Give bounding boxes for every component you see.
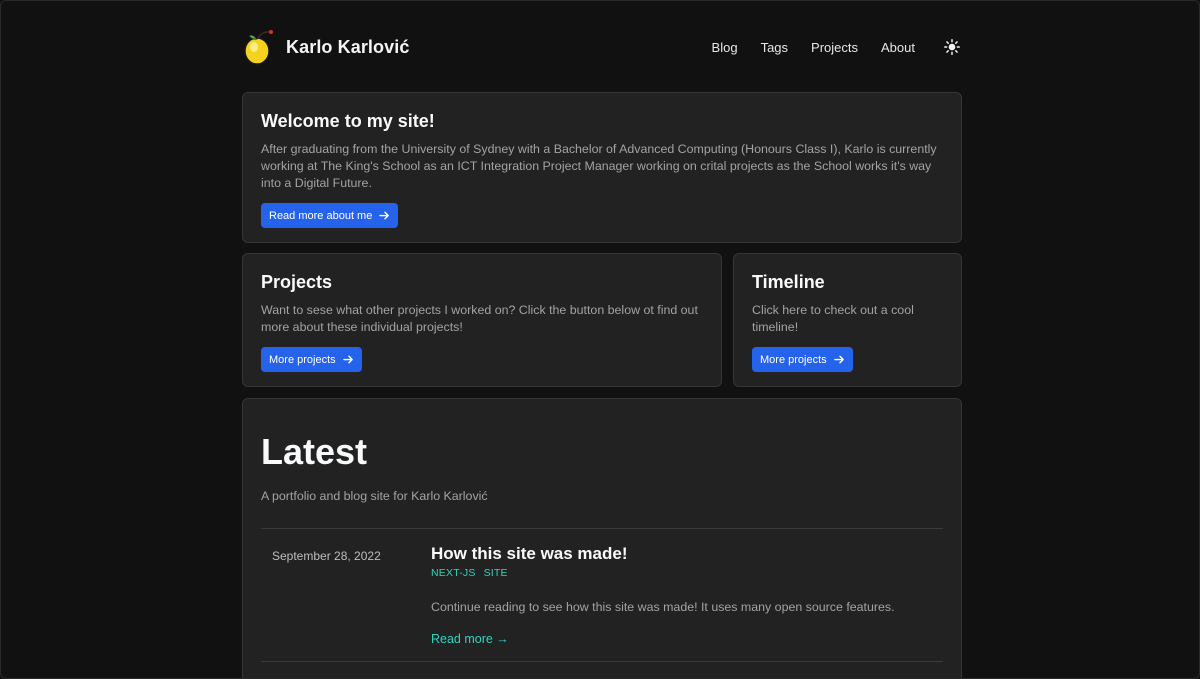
- latest-subtitle: A portfolio and blog site for Karlo Karl…: [261, 489, 488, 503]
- theme-toggle-button[interactable]: [942, 37, 962, 57]
- timeline-button[interactable]: More projects: [752, 347, 853, 372]
- post-date: September 28, 2022: [272, 549, 381, 563]
- read-more-link[interactable]: Read more →: [431, 632, 509, 646]
- latest-card: Latest A portfolio and blog site for Kar…: [242, 398, 962, 678]
- tag-next-js[interactable]: NEXT-JS: [431, 567, 476, 579]
- button-label: More projects: [760, 353, 827, 366]
- read-more-about-button[interactable]: Read more about me: [261, 203, 399, 228]
- arrow-right-icon: [833, 355, 844, 364]
- brand[interactable]: Karlo Karlović: [242, 28, 409, 66]
- projects-body: Want to sese what other projects I worke…: [261, 303, 698, 334]
- projects-title: Projects: [261, 272, 333, 292]
- nav-blog[interactable]: Blog: [712, 40, 738, 55]
- more-projects-button[interactable]: More projects: [261, 347, 362, 372]
- nav-projects[interactable]: Projects: [811, 40, 858, 55]
- projects-card: Projects Want to sese what other project…: [242, 253, 722, 387]
- welcome-title: Welcome to my site!: [261, 111, 435, 131]
- nav-tags[interactable]: Tags: [761, 40, 788, 55]
- main-nav: Blog Tags Projects About: [712, 37, 962, 57]
- site-header: Karlo Karlović Blog Tags Projects About: [242, 25, 962, 69]
- browser-viewport: Karlo Karlović Blog Tags Projects About: [0, 0, 1200, 679]
- tag-site[interactable]: SITE: [484, 567, 508, 579]
- timeline-body: Click here to check out a cool timeline!: [752, 303, 914, 334]
- post-tags: NEXT-JS SITE: [431, 567, 508, 579]
- divider: [261, 661, 943, 662]
- post-summary: Continue reading to see how this site wa…: [431, 600, 895, 614]
- arrow-right-icon: [379, 211, 390, 220]
- button-label: More projects: [269, 353, 336, 366]
- site-name: Karlo Karlović: [286, 36, 410, 57]
- nav-about[interactable]: About: [881, 40, 915, 55]
- welcome-body: After graduating from the University of …: [261, 142, 937, 190]
- welcome-card: Welcome to my site! After graduating fro…: [242, 92, 962, 243]
- timeline-card: Timeline Click here to check out a cool …: [733, 253, 962, 387]
- lemon-logo-icon: [244, 30, 273, 65]
- divider: [261, 528, 943, 529]
- latest-title: Latest: [261, 431, 368, 472]
- timeline-title: Timeline: [752, 272, 825, 292]
- post-title-link[interactable]: How this site was made!: [431, 544, 628, 564]
- sun-icon: [944, 39, 960, 55]
- button-label: Read more about me: [269, 209, 373, 222]
- arrow-right-icon: [342, 355, 353, 364]
